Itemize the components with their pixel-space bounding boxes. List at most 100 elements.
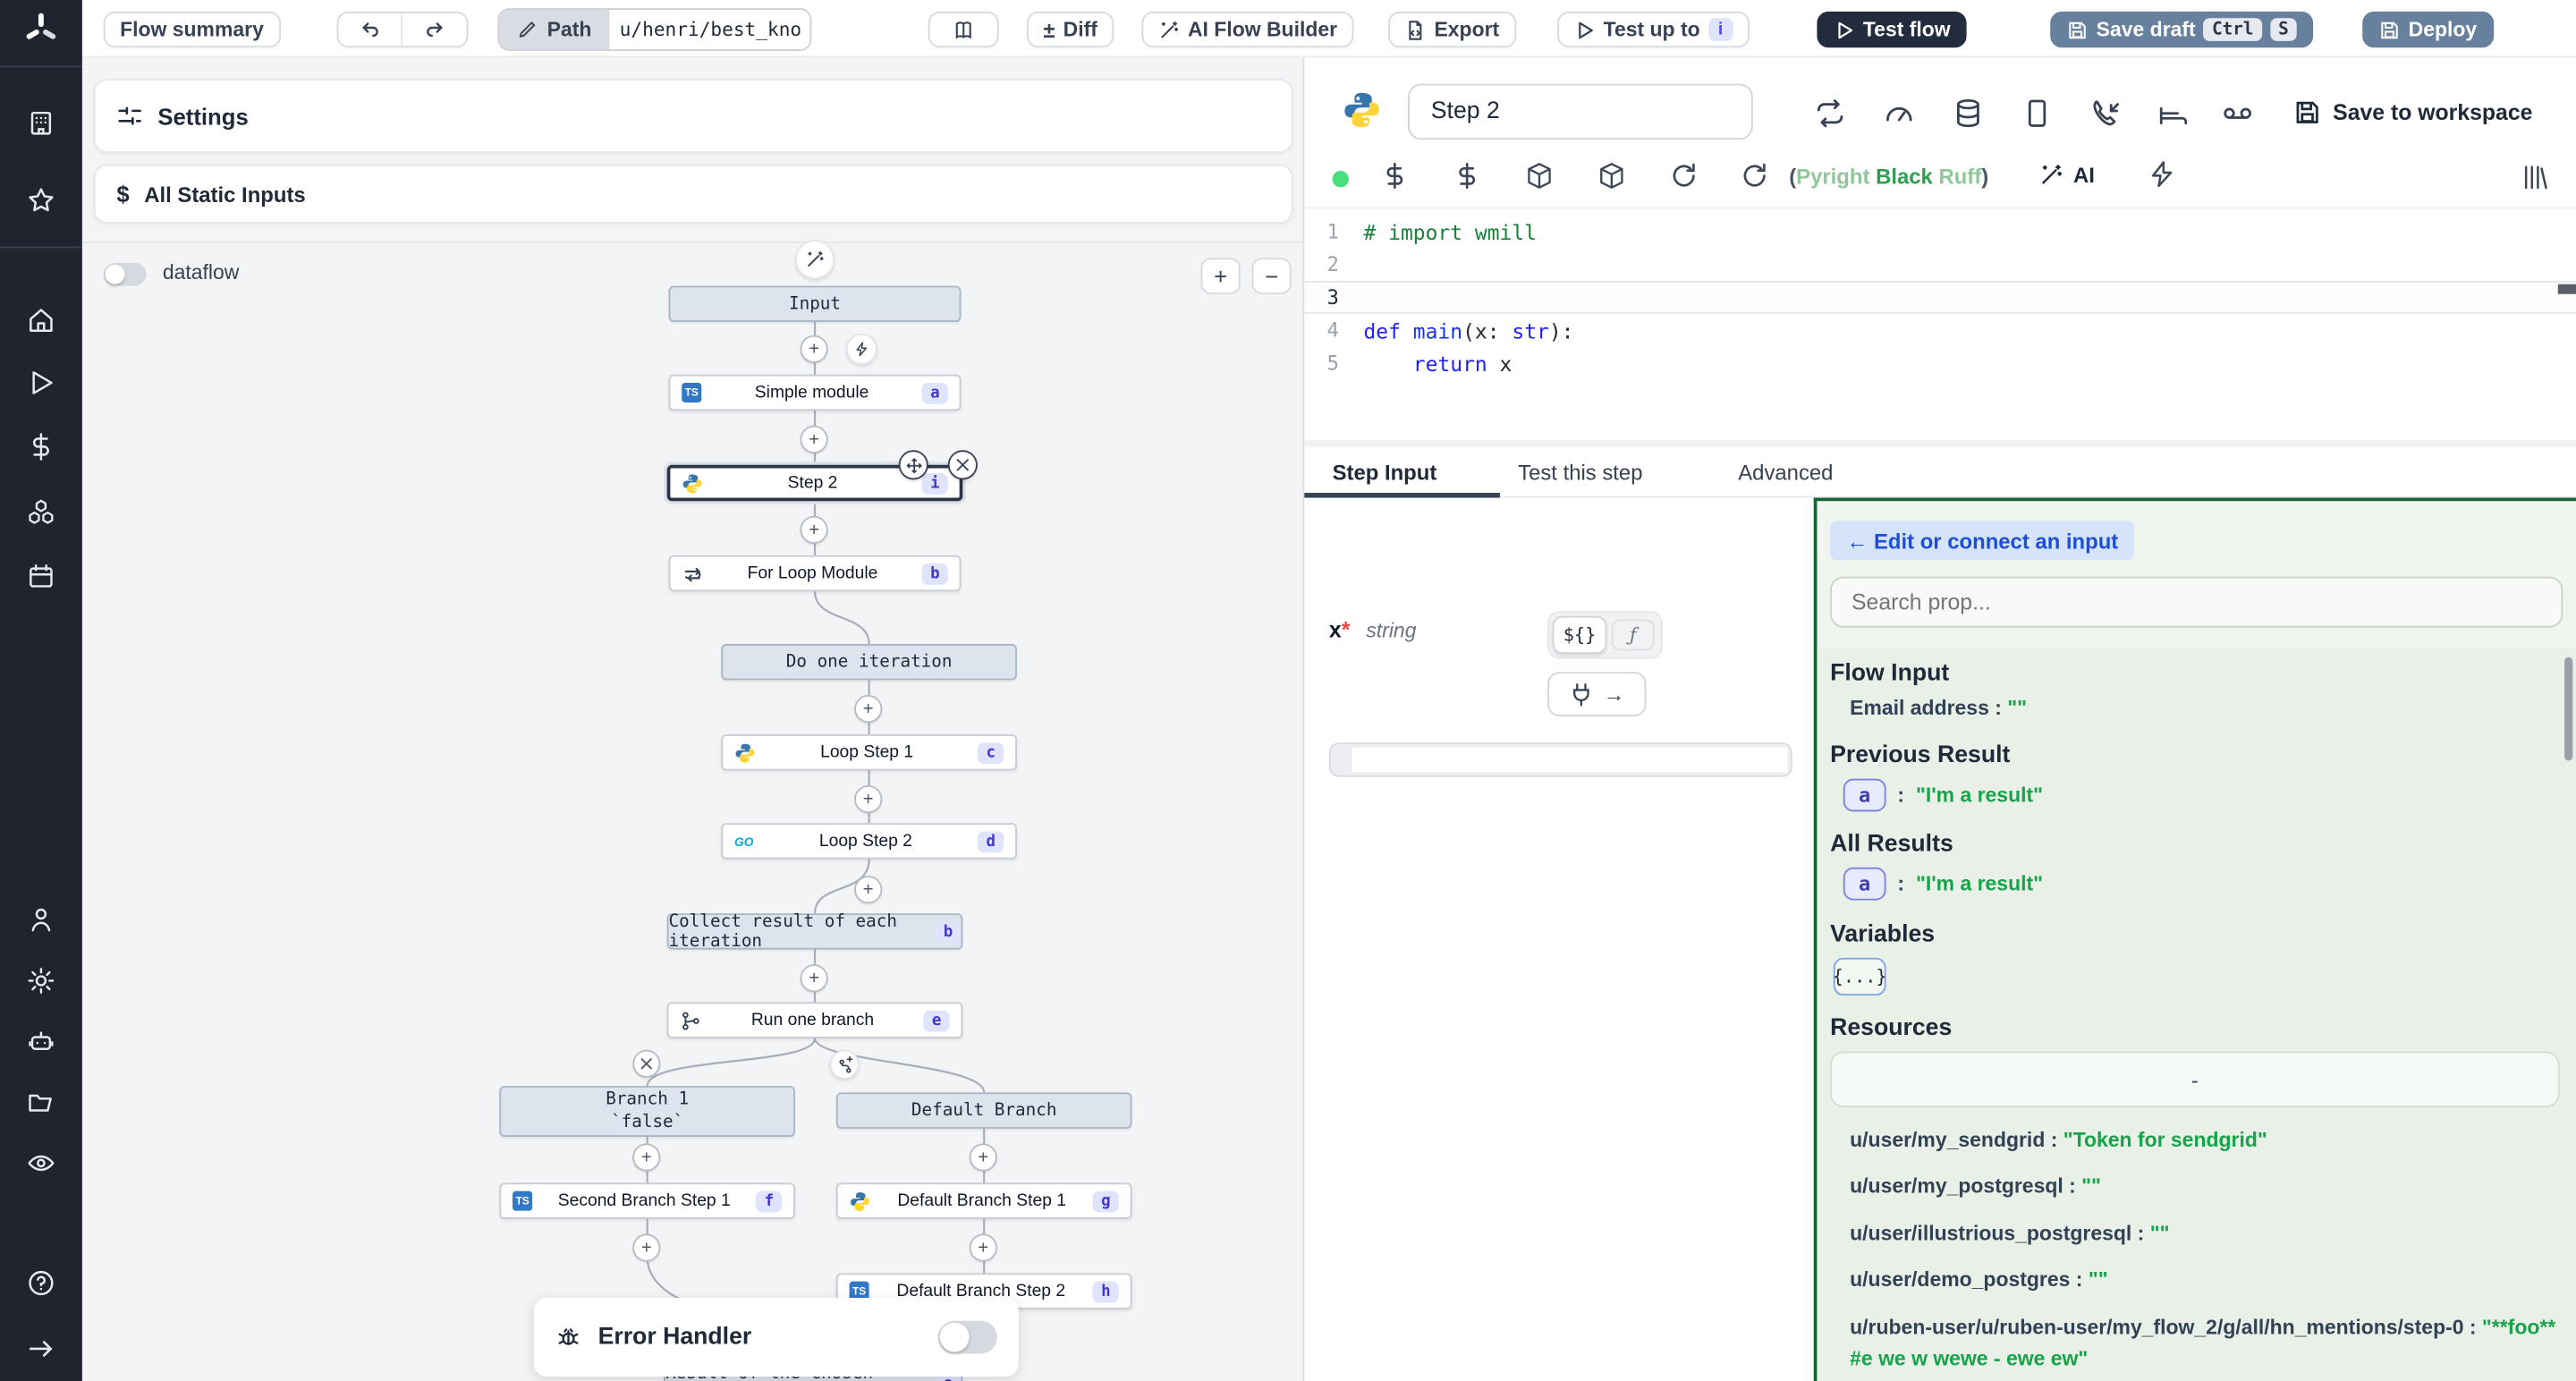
result-id-badge[interactable]: a	[1843, 779, 1886, 812]
tab-advanced[interactable]: Advanced	[1738, 447, 1833, 498]
node-loop-step-1[interactable]: Loop Step 1 c	[721, 734, 1017, 770]
schedules-calendar-icon[interactable]	[26, 562, 55, 591]
voicemail-icon[interactable]	[2221, 97, 2254, 130]
ai-assistant-button[interactable]: AI	[2038, 163, 2094, 188]
resize-handle[interactable]	[1304, 440, 2576, 446]
insert-step-button[interactable]: +	[800, 426, 827, 453]
arg-value-input[interactable]	[1329, 742, 1792, 777]
node-default-branch-step-1[interactable]: Default Branch Step 1 g	[836, 1182, 1132, 1218]
help-icon[interactable]	[26, 1268, 55, 1298]
undo-button[interactable]	[338, 13, 402, 47]
node-do-one-iteration[interactable]: Do one iteration	[721, 644, 1017, 680]
result-id-badge[interactable]: a	[1843, 868, 1886, 901]
error-handler-toggle[interactable]	[938, 1321, 997, 1354]
template-expr-toggle[interactable]: ${}	[1553, 616, 1607, 654]
branch-false-icon[interactable]	[632, 1050, 660, 1078]
favorites-star-icon[interactable]	[26, 186, 55, 216]
redo-button[interactable]	[402, 13, 467, 47]
expand-arrow-icon[interactable]	[26, 1334, 55, 1363]
export-button[interactable]: Export	[1388, 12, 1516, 47]
resource-row[interactable]: u/user/my_sendgrid : "Token for sendgrid…	[1850, 1125, 2564, 1157]
code-editor[interactable]: 1# import wmill234def main(x: str):5 ret…	[1304, 207, 2576, 440]
node-for-loop[interactable]: For Loop Module b	[669, 555, 962, 591]
deploy-button[interactable]: Deploy	[2362, 12, 2493, 47]
docs-book-button[interactable]	[928, 12, 999, 47]
test-up-to-button[interactable]: Test up to i	[1557, 12, 1749, 47]
insert-step-button[interactable]: +	[632, 1233, 660, 1261]
insert-step-button[interactable]: +	[970, 1233, 997, 1261]
insert-step-button[interactable]: +	[854, 785, 882, 813]
tab-step-input[interactable]: Step Input	[1333, 447, 1437, 498]
variable-dollar-icon[interactable]	[1453, 161, 1482, 191]
move-node-button[interactable]	[899, 450, 928, 479]
test-flow-button[interactable]: Test flow	[1817, 12, 1967, 47]
phone-incoming-icon[interactable]	[2089, 97, 2123, 130]
resource-row[interactable]: u/user/my_postgresql : ""	[1850, 1172, 2564, 1204]
path-input[interactable]	[610, 10, 810, 49]
audit-eye-icon[interactable]	[26, 1148, 55, 1178]
scrollbar-thumb[interactable]	[2564, 657, 2572, 761]
folders-icon[interactable]	[26, 1088, 55, 1117]
insert-step-button[interactable]: +	[970, 1143, 997, 1171]
window-icon[interactable]	[2021, 97, 2054, 130]
user-icon[interactable]	[26, 905, 55, 935]
tab-test-this-step[interactable]: Test this step	[1518, 447, 1642, 498]
ai-robot-icon[interactable]	[26, 1027, 55, 1056]
resource-row[interactable]: u/user/illustrious_postgresql : ""	[1850, 1218, 2564, 1250]
code-line[interactable]: 2	[1304, 248, 2576, 281]
runs-play-icon[interactable]	[26, 368, 55, 397]
insert-step-button[interactable]: +	[800, 964, 827, 992]
code-line[interactable]: 3	[1304, 281, 2576, 314]
gauge-icon[interactable]	[1883, 97, 1916, 130]
resources-boxes-icon[interactable]	[26, 498, 55, 528]
step-name-input[interactable]	[1408, 84, 1753, 140]
resource-row[interactable]: u/user/demo_postgres : ""	[1850, 1266, 2564, 1298]
ai-wand-node-button[interactable]	[795, 240, 835, 279]
bolt-icon[interactable]	[2148, 159, 2177, 189]
ai-flow-builder-button[interactable]: AI Flow Builder	[1142, 12, 1354, 47]
node-second-branch-step-1[interactable]: TS Second Branch Step 1 f	[499, 1182, 795, 1218]
trigger-bolt-button[interactable]	[846, 334, 877, 365]
workspace-building-icon[interactable]	[26, 108, 55, 138]
all-results-row[interactable]: a : "I'm a result"	[1843, 868, 2576, 901]
node-simple-module[interactable]: TS Simple module a	[669, 375, 962, 411]
resources-filter-box[interactable]: -	[1830, 1052, 2560, 1107]
diff-button[interactable]: ±Diff	[1027, 12, 1114, 47]
save-draft-button[interactable]: Save draft Ctrl S	[2050, 12, 2313, 47]
node-collect-result[interactable]: Collect result of each iteration b	[667, 913, 963, 949]
insert-step-button[interactable]: +	[854, 695, 882, 723]
connect-input-button[interactable]: →	[1547, 672, 1646, 716]
code-line[interactable]: 5 return x	[1304, 347, 2576, 380]
package-icon[interactable]	[1524, 161, 1554, 191]
search-prop-input[interactable]	[1830, 577, 2563, 628]
settings-gear-icon[interactable]	[26, 966, 55, 996]
library-icon[interactable]	[2521, 163, 2550, 192]
edit-or-connect-button[interactable]: ← Edit or connect an input	[1830, 521, 2135, 560]
node-loop-step-2[interactable]: GO Loop Step 2 d	[721, 823, 1017, 859]
code-line[interactable]: 4def main(x: str):	[1304, 314, 2576, 347]
node-branch-1[interactable]: Branch 1 `false`	[499, 1086, 795, 1137]
save-to-workspace-button[interactable]: Save to workspace	[2293, 98, 2532, 126]
flow-input-row[interactable]: Email address : ""	[1850, 697, 2576, 720]
refresh-icon[interactable]	[1740, 161, 1769, 191]
home-icon[interactable]	[26, 306, 55, 335]
delete-node-button[interactable]	[948, 450, 978, 479]
add-branch-button[interactable]	[830, 1050, 860, 1080]
package-icon[interactable]	[1597, 161, 1626, 191]
insert-step-button[interactable]: +	[800, 335, 827, 363]
sync-icon[interactable]	[1814, 97, 1847, 130]
all-static-inputs-row[interactable]: $ All Static Inputs	[94, 165, 1293, 224]
node-default-branch[interactable]: Default Branch	[836, 1092, 1132, 1128]
flow-summary-button[interactable]: Flow summary	[104, 12, 281, 47]
windmill-logo-icon[interactable]	[21, 10, 61, 49]
node-run-one-branch[interactable]: Run one branch e	[667, 1002, 963, 1038]
database-icon[interactable]	[1952, 97, 1985, 130]
variables-dollar-icon[interactable]	[26, 432, 55, 462]
settings-row[interactable]: Settings	[94, 79, 1293, 153]
insert-step-button[interactable]: +	[632, 1143, 660, 1171]
insert-step-button[interactable]: +	[854, 876, 882, 903]
route-icon[interactable]	[2157, 97, 2190, 130]
path-edit-button[interactable]: Path	[499, 10, 609, 49]
variable-dollar-icon[interactable]	[1380, 161, 1410, 191]
insert-step-button[interactable]: +	[800, 516, 827, 544]
